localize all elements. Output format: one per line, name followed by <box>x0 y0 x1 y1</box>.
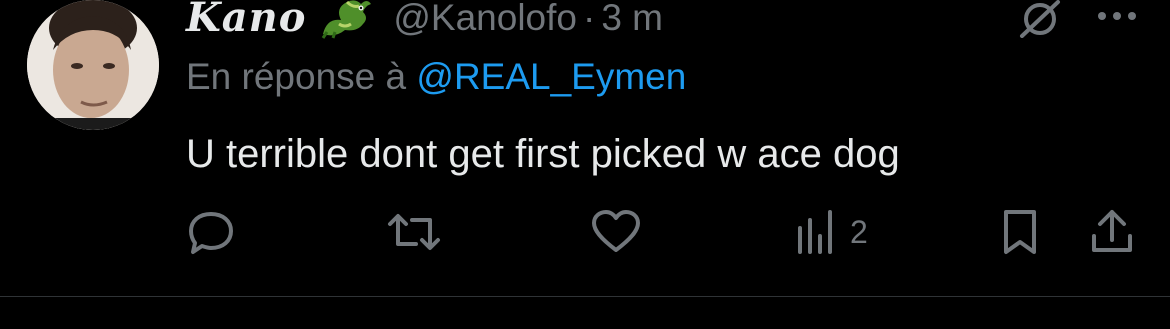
reply-context: En réponse à @REAL_Eymen <box>186 56 686 98</box>
reply-prefix: En réponse à <box>186 56 417 97</box>
retweet-icon <box>388 214 440 250</box>
dragon-emoji-icon <box>317 0 375 40</box>
share-button[interactable] <box>1088 208 1136 256</box>
timestamp[interactable]: 3 m <box>601 0 663 38</box>
views-icon <box>798 210 832 254</box>
user-handle[interactable]: @Kanolofo <box>393 0 577 38</box>
tweet-text: U terrible dont get first picked w ace d… <box>186 132 900 176</box>
tweet-header: Kano @Kanolofo · 3 m <box>186 0 1086 42</box>
separator-dot: · <box>583 0 596 38</box>
avatar[interactable] <box>27 0 159 130</box>
reply-mention-link[interactable]: @REAL_Eymen <box>416 56 686 97</box>
bookmark-button[interactable] <box>1000 208 1040 256</box>
action-bar: 2 <box>0 208 1170 256</box>
like-button[interactable] <box>590 208 642 256</box>
views-count: 2 <box>850 213 868 250</box>
bookmark-icon <box>1004 210 1036 254</box>
divider <box>0 296 1170 297</box>
retweet-button[interactable] <box>386 208 442 256</box>
reply-button[interactable] <box>186 208 236 256</box>
tweet[interactable]: Kano @Kanolofo·3 m En réponse à @REAL_ <box>0 0 1170 329</box>
display-name[interactable]: Kano <box>186 0 306 41</box>
heart-icon <box>592 210 640 252</box>
grok-icon[interactable] <box>1018 0 1062 38</box>
reply-icon <box>189 212 233 254</box>
more-icon[interactable] <box>1094 8 1140 24</box>
share-icon <box>1092 210 1132 252</box>
views-button[interactable]: 2 <box>796 208 868 256</box>
